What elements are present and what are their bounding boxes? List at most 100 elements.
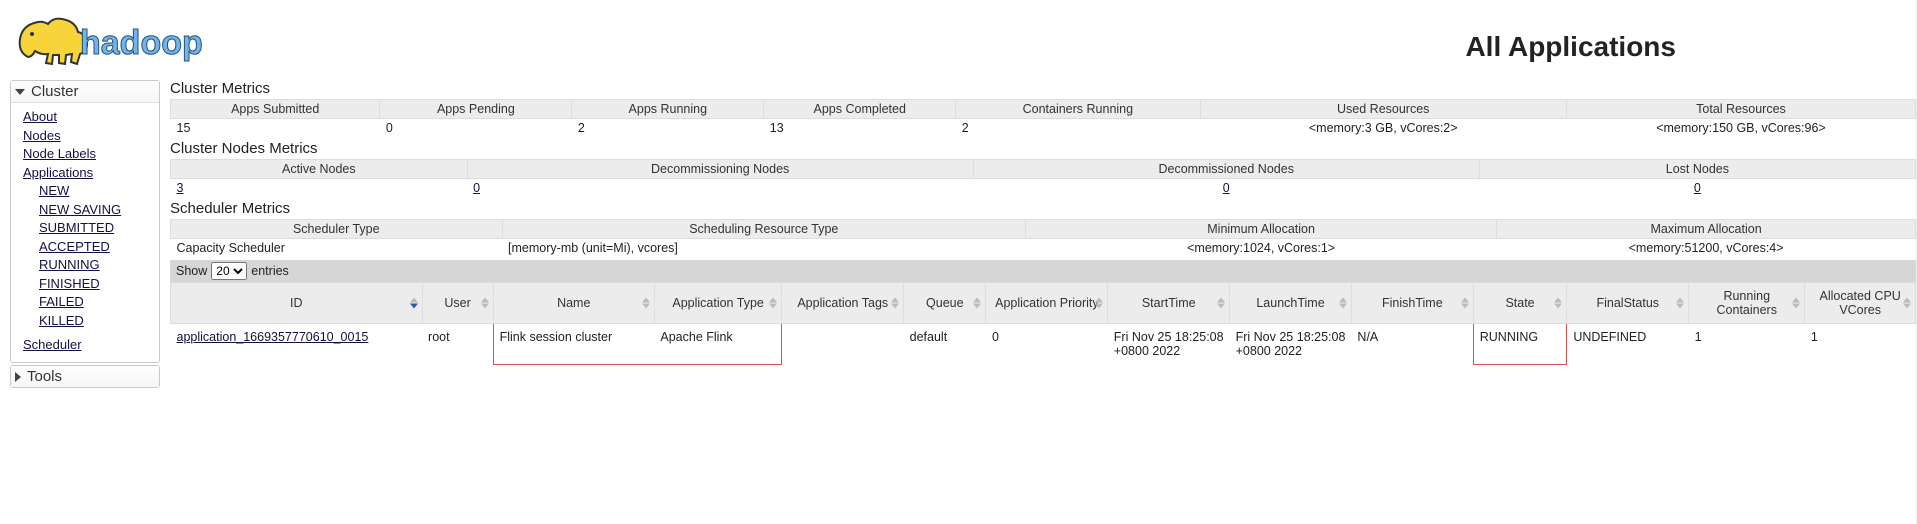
section-title-sched-metrics: Scheduler Metrics — [170, 200, 1916, 217]
link-decommed-nodes[interactable]: 0 — [1223, 181, 1230, 195]
col-running-containers-label: Running Containers — [1717, 289, 1777, 317]
cell-start-time: Fri Nov 25 18:25:08 +0800 2022 — [1108, 324, 1230, 365]
link-lost-nodes[interactable]: 0 — [1694, 181, 1701, 195]
col-running-containers[interactable]: Running Containers — [1689, 283, 1805, 324]
col-used-resources[interactable]: Used Resources — [1200, 100, 1566, 119]
col-finish-time[interactable]: FinishTime — [1351, 283, 1473, 324]
col-total-resources[interactable]: Total Resources — [1566, 100, 1915, 119]
cell-max-alloc: <memory:51200, vCores:4> — [1497, 239, 1916, 258]
sidebar-header-cluster[interactable]: Cluster — [11, 81, 159, 103]
sort-arrows-icon — [891, 298, 899, 309]
sort-arrows-icon — [410, 298, 418, 309]
col-state[interactable]: State — [1473, 283, 1567, 324]
col-apps-pending[interactable]: Apps Pending — [380, 100, 572, 119]
col-apps-completed[interactable]: Apps Completed — [764, 100, 956, 119]
sidebar-link-scheduler[interactable]: Scheduler — [23, 336, 153, 354]
col-final-status-label: FinalStatus — [1596, 296, 1659, 310]
page-title: All Applications — [1465, 31, 1676, 63]
col-max-alloc[interactable]: Maximum Allocation — [1497, 220, 1916, 239]
cell-apps-pending: 0 — [380, 119, 572, 138]
sidebar-link-killed[interactable]: KILLED — [39, 312, 153, 330]
applications-table: ID User Name Application Type Applicatio… — [170, 282, 1916, 365]
col-app-type[interactable]: Application Type — [654, 283, 781, 324]
sidebar-link-node-labels[interactable]: Node Labels — [23, 145, 153, 163]
cell-user: root — [422, 324, 493, 365]
col-sched-res-type[interactable]: Scheduling Resource Type — [502, 220, 1026, 239]
sidebar-link-nodes[interactable]: Nodes — [23, 127, 153, 145]
col-app-priority[interactable]: Application Priority — [986, 283, 1108, 324]
table-row: Apps Submitted Apps Pending Apps Running… — [171, 100, 1916, 119]
link-decomm-nodes[interactable]: 0 — [473, 181, 480, 195]
header: hadoop All Applications — [0, 0, 1916, 80]
table-row: Active Nodes Decommissioning Nodes Decom… — [171, 160, 1916, 179]
sidebar-link-applications[interactable]: Applications — [23, 164, 153, 182]
col-decomm-nodes[interactable]: Decommissioning Nodes — [467, 160, 973, 179]
sort-arrows-icon — [1461, 298, 1469, 309]
table-row: Capacity Scheduler [memory-mb (unit=Mi),… — [171, 239, 1916, 258]
col-vcores-label: Allocated CPU VCores — [1820, 289, 1901, 317]
sidebar-link-finished[interactable]: FINISHED — [39, 275, 153, 293]
chevron-right-icon — [15, 372, 21, 382]
sidebar-link-failed[interactable]: FAILED — [39, 293, 153, 311]
col-user[interactable]: User — [422, 283, 493, 324]
sort-arrows-icon — [1095, 298, 1103, 309]
sidebar-link-new-saving[interactable]: NEW SAVING — [39, 201, 153, 219]
col-state-label: State — [1505, 296, 1534, 310]
sidebar-link-about[interactable]: About — [23, 108, 153, 126]
cell-name: Flink session cluster — [493, 324, 654, 365]
col-final-status[interactable]: FinalStatus — [1567, 283, 1689, 324]
cell-tags — [782, 324, 904, 365]
cell-running-containers: 1 — [1689, 324, 1805, 365]
col-start-time-label: StartTime — [1142, 296, 1196, 310]
cell-vcores: 1 — [1805, 324, 1916, 365]
table-row: application_1669357770610_0015 root Flin… — [171, 324, 1916, 365]
col-containers-running[interactable]: Containers Running — [956, 100, 1200, 119]
col-lost-nodes[interactable]: Lost Nodes — [1479, 160, 1915, 179]
col-user-label: User — [444, 296, 470, 310]
sidebar-link-new[interactable]: NEW — [39, 182, 153, 200]
col-apps-running[interactable]: Apps Running — [572, 100, 764, 119]
show-entries-select[interactable]: 20 — [211, 262, 247, 280]
svg-text:hadoop: hadoop — [80, 24, 203, 62]
sidebar-link-submitted[interactable]: SUBMITTED — [39, 219, 153, 237]
sort-arrows-icon — [481, 298, 489, 309]
table-row: ID User Name Application Type Applicatio… — [171, 283, 1916, 324]
cell-priority: 0 — [986, 324, 1108, 365]
cell-sched-res-type: [memory-mb (unit=Mi), vcores] — [502, 239, 1026, 258]
main-content: Cluster Metrics Apps Submitted Apps Pend… — [160, 80, 1916, 365]
sort-arrows-icon — [1676, 298, 1684, 309]
sidebar-link-accepted[interactable]: ACCEPTED — [39, 238, 153, 256]
sidebar-cluster-label: Cluster — [31, 83, 79, 100]
sort-arrows-icon — [1903, 298, 1911, 309]
col-queue[interactable]: Queue — [904, 283, 986, 324]
col-app-tags[interactable]: Application Tags — [782, 283, 904, 324]
col-min-alloc[interactable]: Minimum Allocation — [1026, 220, 1497, 239]
link-active-nodes[interactable]: 3 — [177, 181, 184, 195]
sidebar-section-tools: Tools — [10, 365, 160, 388]
cell-queue: default — [904, 324, 986, 365]
hadoop-logo: hadoop — [10, 8, 270, 78]
col-app-priority-label: Application Priority — [995, 296, 1099, 310]
cell-sched-type: Capacity Scheduler — [171, 239, 503, 258]
col-name[interactable]: Name — [493, 283, 654, 324]
section-title-cluster-metrics: Cluster Metrics — [170, 80, 1916, 97]
link-application-id[interactable]: application_1669357770610_0015 — [177, 330, 369, 344]
cell-used-resources: <memory:3 GB, vCores:2> — [1200, 119, 1566, 138]
sort-arrows-icon — [1792, 298, 1800, 309]
sort-arrows-icon — [1554, 298, 1562, 309]
col-id[interactable]: ID — [171, 283, 423, 324]
sidebar-link-running[interactable]: RUNNING — [39, 256, 153, 274]
cell-launch-time: Fri Nov 25 18:25:08 +0800 2022 — [1230, 324, 1352, 365]
col-sched-type[interactable]: Scheduler Type — [171, 220, 503, 239]
col-launch-time[interactable]: LaunchTime — [1230, 283, 1352, 324]
sort-arrows-icon — [642, 298, 650, 309]
col-apps-submitted[interactable]: Apps Submitted — [171, 100, 380, 119]
show-entries-suffix: entries — [251, 264, 289, 278]
col-app-type-label: Application Type — [672, 296, 764, 310]
col-launch-time-label: LaunchTime — [1256, 296, 1324, 310]
sidebar-header-tools[interactable]: Tools — [11, 366, 159, 387]
col-decommed-nodes[interactable]: Decommissioned Nodes — [973, 160, 1479, 179]
col-vcores[interactable]: Allocated CPU VCores — [1805, 283, 1916, 324]
col-start-time[interactable]: StartTime — [1108, 283, 1230, 324]
col-active-nodes[interactable]: Active Nodes — [171, 160, 468, 179]
